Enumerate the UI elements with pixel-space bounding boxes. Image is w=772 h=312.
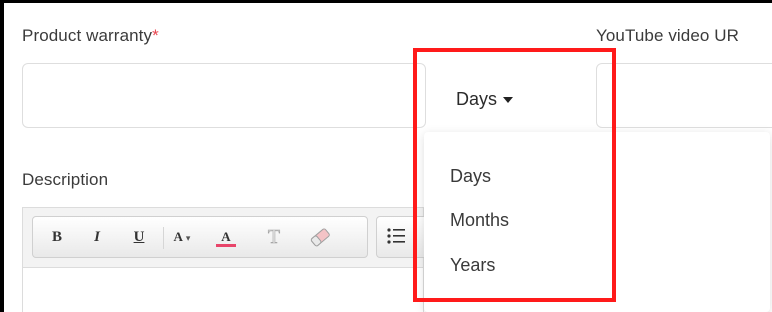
text-color-label: A [216,229,236,247]
font-size-button[interactable]: A ▾ [169,227,195,247]
bold-button[interactable]: B [47,227,67,247]
warranty-value-input[interactable] [22,63,426,128]
bullet-list-icon[interactable] [385,227,407,247]
unit-option-months[interactable]: Months [450,210,509,231]
warranty-unit-select[interactable]: Days [456,87,514,111]
warranty-label: Product warranty* [22,26,159,46]
text-format-icon[interactable]: T [263,227,285,248]
youtube-label: YouTube video UR [596,26,740,45]
description-toolbar: B I U A ▾ A T [22,207,436,267]
italic-button[interactable]: I [87,227,107,247]
description-label: Description [22,170,109,189]
eraser-svg [310,228,330,247]
font-size-dropdown-icon: ▾ [185,233,191,243]
warranty-unit-dropdown: Days Months Years [424,132,770,312]
underline-button[interactable]: U [129,227,149,247]
frame-left-border [0,0,4,312]
description-editor[interactable] [22,267,424,312]
required-mark: * [152,26,159,45]
youtube-url-input[interactable] [596,63,772,128]
warranty-unit-selected: Days [456,88,498,109]
font-size-label: A [173,229,183,244]
unit-option-days[interactable]: Days [450,166,491,187]
eraser-icon[interactable] [307,227,333,247]
bullet-list-svg [387,228,405,244]
frame-top-border [0,0,772,3]
unit-option-years[interactable]: Years [450,255,495,276]
toolbar-format-group: B I U A ▾ A T [32,216,368,258]
warranty-label-text: Product warranty [22,26,153,45]
toolbar-divider [163,227,164,249]
text-color-button[interactable]: A [209,227,243,247]
caret-down-icon [503,97,514,103]
